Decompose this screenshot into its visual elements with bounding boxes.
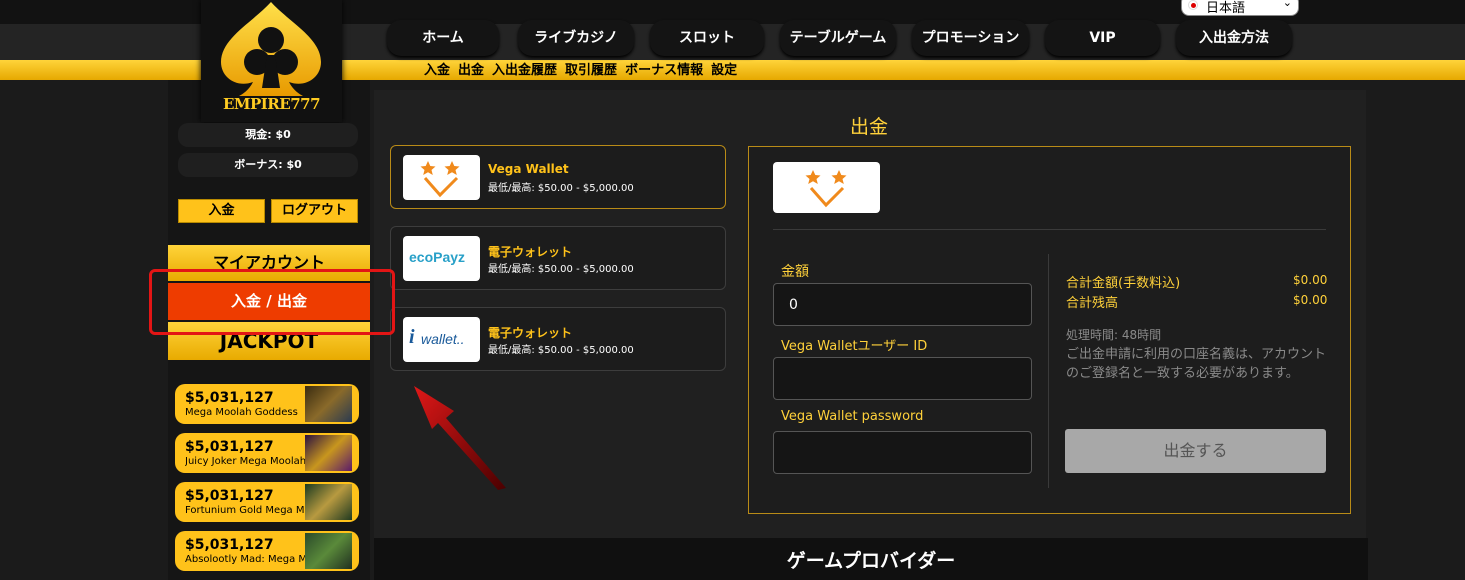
wallet-option-vega[interactable]: Vega Wallet 最低/最高: $50.00 - $5,000.00 [390,145,726,209]
sublink-withdraw[interactable]: 出金 [458,63,484,78]
sublink-bonus-info[interactable]: ボーナス情報 [625,63,703,78]
total-amount-label: 合計金額(手数料込) [1066,276,1181,291]
total-balance-value: $0.00 [1293,293,1328,307]
nav-promotions[interactable]: プロモーション [912,20,1029,56]
japan-flag-icon [1188,0,1198,10]
total-balance-label: 合計残高 [1066,296,1119,311]
jackpot-card[interactable]: $5,031,127 Absolootly Mad: Mega Moolah [175,531,359,571]
nav-table-games[interactable]: テーブルゲーム [780,20,896,56]
user-id-label: Vega Walletユーザー ID [781,339,928,354]
game-thumbnail [305,386,352,422]
jackpot-card[interactable]: $5,031,127 Mega Moolah Goddess [175,384,359,424]
wallet-option-iwallet[interactable]: i wallet.. 電子ウォレット 最低/最高: $50.00 - $5,00… [390,307,726,371]
iwallet-logo-icon: i wallet.. [403,317,480,362]
logout-button[interactable]: ログアウト [271,199,358,223]
jackpot-game-name: Juicy Joker Mega Moolah [185,456,307,467]
user-id-input[interactable] [773,357,1032,400]
divider [773,229,1326,230]
game-thumbnail [305,484,352,520]
withdraw-submit-button[interactable]: 出金する [1065,429,1326,473]
sublink-payment-history[interactable]: 入出金履歴 [492,63,557,78]
total-amount-value: $0.00 [1293,273,1328,287]
red-arrow-annotation-icon [414,386,506,490]
nav-slots[interactable]: スロット [650,20,764,56]
language-select[interactable]: 日本語 ⌄ [1181,0,1299,16]
wallet-limits: 最低/最高: $50.00 - $5,000.00 [488,345,634,356]
password-label: Vega Wallet password [781,409,924,424]
nav-vip[interactable]: VIP [1045,20,1160,56]
wallet-name: 電子ウォレット [488,326,573,340]
logo-text: EMPIRE777 [222,95,321,113]
deposit-button[interactable]: 入金 [178,199,265,223]
wallet-name: 電子ウォレット [488,245,573,259]
amount-label: 金額 [781,264,809,280]
language-label: 日本語 [1206,1,1246,16]
wallet-name: Vega Wallet [488,162,569,176]
site-logo[interactable]: EMPIRE777 [201,0,342,122]
jackpot-amount: $5,031,127 [185,390,274,406]
password-input[interactable] [773,431,1032,474]
game-thumbnail [305,435,352,471]
jackpot-game-name: Absolootly Mad: Mega Moolah [185,554,309,565]
wallet-limits: 最低/最高: $50.00 - $5,000.00 [488,264,634,275]
chevron-down-icon: ⌄ [1282,0,1292,9]
sublink-deposit[interactable]: 入金 [424,63,450,78]
amount-input[interactable]: 0 [773,283,1032,326]
selected-wallet-logo-icon [773,162,880,213]
jackpot-card[interactable]: $5,031,127 Fortunium Gold Mega Moolah [175,482,359,522]
bonus-balance: ボーナス: $0 [178,153,358,177]
jackpot-card[interactable]: $5,031,127 Juicy Joker Mega Moolah [175,433,359,473]
account-sub-nav: 入金 出金 入出金履歴 取引履歴 ボーナス情報 設定 [424,61,745,81]
wallet-option-ecopayz[interactable]: ecoPayz 電子ウォレット 最低/最高: $50.00 - $5,000.0… [390,226,726,290]
ecopayz-logo-icon: ecoPayz [403,236,480,281]
game-provider-heading: ゲームプロバイダー [374,538,1368,580]
sublink-settings[interactable]: 設定 [711,63,737,78]
processing-time: 処理時間: 48時間 [1066,328,1162,342]
jackpot-game-name: Fortunium Gold Mega Moolah [185,505,309,516]
cash-balance: 現金: $0 [178,123,358,147]
jackpot-game-name: Mega Moolah Goddess [185,407,298,418]
highlight-box-annotation [149,269,395,335]
jackpot-amount: $5,031,127 [185,537,274,553]
nav-payment-methods[interactable]: 入出金方法 [1176,20,1292,56]
jackpot-amount: $5,031,127 [185,439,274,455]
jackpot-amount: $5,031,127 [185,488,274,504]
nav-live-casino[interactable]: ライブカジノ [518,20,634,56]
game-thumbnail [305,533,352,569]
ecopayz-logo-text: ecoPayz [409,249,466,265]
iwallet-logo-text: wallet.. [421,331,465,347]
vega-wallet-logo-icon [403,155,480,200]
wallet-limits: 最低/最高: $50.00 - $5,000.00 [488,183,634,194]
page-title: 出金 [850,116,889,138]
divider [1048,254,1049,488]
nav-home[interactable]: ホーム [387,20,499,56]
account-name-notice: ご出金申請に利用の口座名義は、アカウントのご登録名と一致する必要があります。 [1066,347,1327,381]
sublink-transaction-history[interactable]: 取引履歴 [565,63,617,78]
